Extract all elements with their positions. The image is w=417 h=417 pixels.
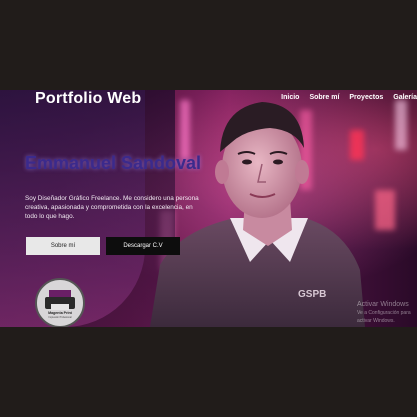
svg-text:GSPB: GSPB — [298, 289, 326, 300]
nav-item-proyectos[interactable]: Proyectos — [349, 94, 383, 101]
hero-section: GSPB Portfolio Web Inicio Sobre mí Proye… — [0, 90, 417, 327]
printer-icon — [45, 290, 75, 310]
logo-name: Magenta Print — [48, 311, 72, 315]
main-nav: Inicio Sobre mí Proyectos Galería — [281, 94, 417, 101]
brand-title[interactable]: Portfolio Web — [35, 90, 141, 108]
nav-item-galeria[interactable]: Galería — [393, 94, 417, 101]
hero-description: Soy Diseñador Gráfico Freelance. Me cons… — [25, 195, 199, 220]
hero-name: Emmanuel Sandoval — [25, 153, 202, 173]
activation-watermark: Activar Windows Ve a Configuración para … — [357, 301, 417, 325]
watermark-line-1: Activar Windows — [357, 301, 409, 308]
download-cv-button[interactable]: Descargar C.V — [106, 237, 180, 255]
nav-item-inicio[interactable]: Inicio — [281, 94, 299, 101]
brand-logo[interactable]: Magenta Print Impresión Profesional — [35, 278, 85, 327]
about-button[interactable]: Sobre mí — [26, 237, 100, 255]
watermark-line-2: Ve a Configuración para activar Windows. — [357, 310, 411, 324]
bokeh-light — [375, 190, 395, 230]
nav-item-sobre-mi[interactable]: Sobre mí — [309, 94, 339, 101]
bokeh-light — [395, 100, 407, 150]
logo-subtitle: Impresión Profesional — [48, 316, 72, 319]
